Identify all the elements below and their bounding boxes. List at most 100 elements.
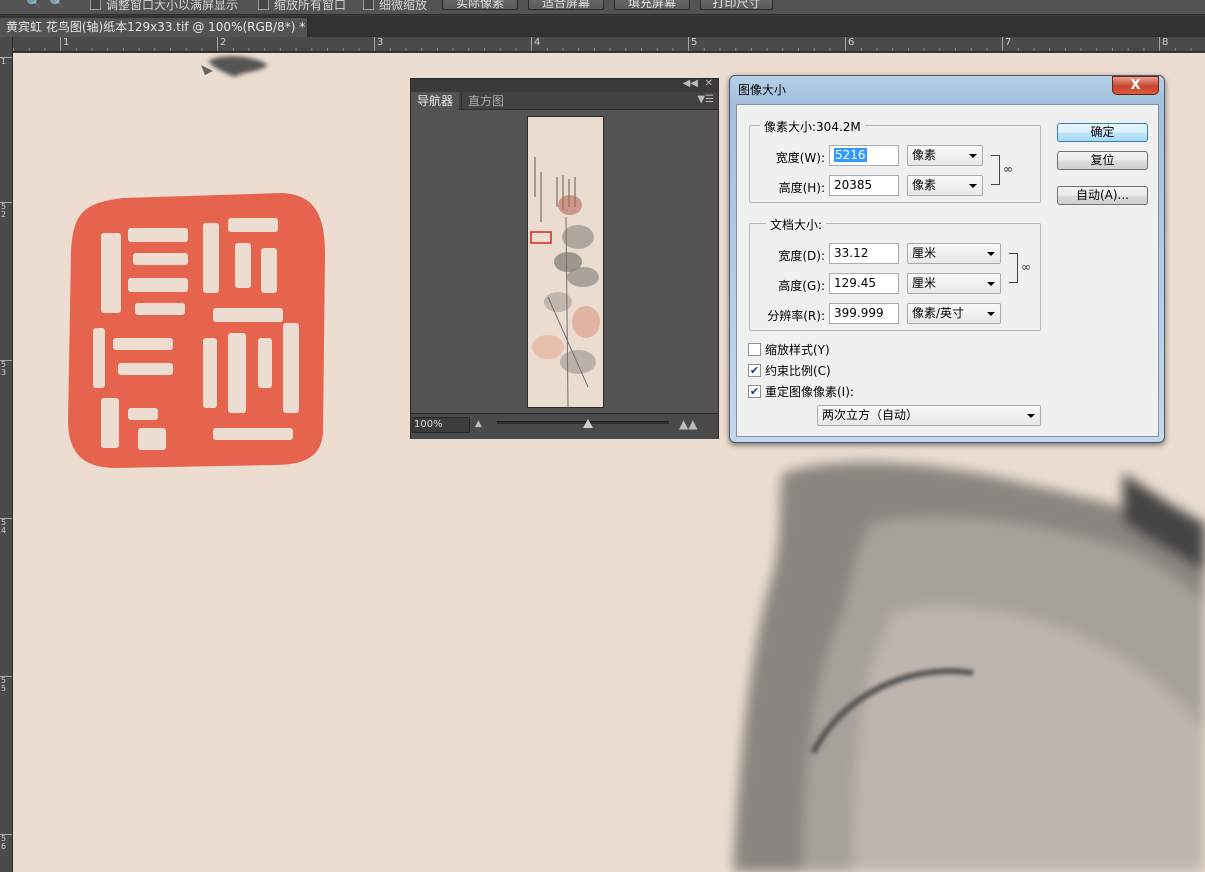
scale-styles-checkbox[interactable]: 缩放样式(Y) <box>748 341 830 358</box>
zoom-all-windows-checkbox[interactable]: 缩放所有窗口 <box>258 0 346 12</box>
collapse-icon[interactable]: ◀◀ <box>683 78 698 89</box>
zoom-percentage-field[interactable]: 100% <box>412 417 470 433</box>
ruler-label: 1 <box>1 57 7 66</box>
image-size-dialog: 图像大小 X 像素大小:304.2M 宽度(W): 5216 像素 高度(H):… <box>729 75 1165 443</box>
vertical-ruler[interactable]: 1 5 2 5 3 5 4 5 5 5 6 <box>0 37 13 872</box>
zoom-out-mountain-icon[interactable]: ▲ <box>475 419 482 429</box>
link-bracket <box>1009 253 1018 283</box>
navigator-preview-area <box>411 111 718 411</box>
zoom-slider-thumb[interactable] <box>583 419 593 428</box>
chevron-down-icon <box>969 184 977 188</box>
zoom-all-windows-label: 缩放所有窗口 <box>274 0 347 12</box>
ruler-label: 5 3 <box>1 360 7 377</box>
ruler-label: 2 <box>220 37 227 48</box>
pixel-height-input[interactable]: 20385 <box>829 175 899 196</box>
resolution-input[interactable]: 399.999 <box>829 303 899 324</box>
resize-windows-label: 调整窗口大小以满屏显示 <box>106 0 239 12</box>
horizontal-ruler[interactable]: 1 2 3 4 5 6 7 8 <box>13 37 1205 52</box>
chevron-down-icon <box>987 252 995 256</box>
document-height-label: 高度(G): <box>778 279 825 293</box>
ruler-label: 5 2 <box>1 202 7 219</box>
tab-navigator[interactable]: 导航器 <box>411 92 460 110</box>
print-size-button[interactable]: 打印尺寸 <box>700 0 773 10</box>
panel-header: ◀◀ ✕ <box>411 78 718 92</box>
checkbox-box <box>258 0 269 10</box>
document-tab[interactable]: 黄宾虹 花鸟图(轴)纸本129x33.tif @ 100%(RGB/8*) * <box>0 18 308 37</box>
pixel-height-label: 高度(H): <box>778 181 825 195</box>
chevron-down-icon <box>969 154 977 158</box>
navigator-footer: 100% ▲ ▲▲ <box>411 413 718 439</box>
chevron-down-icon <box>987 282 995 286</box>
dialog-client-area: 像素大小:304.2M 宽度(W): 5216 像素 高度(H): 20385 … <box>736 104 1159 437</box>
document-tab-bar: 黄宾虹 花鸟图(轴)纸本129x33.tif @ 100%(RGB/8*) * <box>0 16 1205 37</box>
document-width-unit: 厘米 <box>912 246 937 260</box>
scrubby-zoom-checkbox[interactable]: 细微缩放 <box>363 0 427 12</box>
scale-styles-label: 缩放样式(Y) <box>765 343 830 357</box>
close-icon[interactable]: ✕ <box>705 78 713 89</box>
document-width-input[interactable]: 33.12 <box>829 243 899 264</box>
constrain-proportions-label: 约束比例(C) <box>765 364 831 378</box>
document-height-input[interactable]: 129.45 <box>829 273 899 294</box>
pixel-height-unit: 像素 <box>912 178 937 192</box>
tab-histogram[interactable]: 直方图 <box>461 92 510 110</box>
horizontal-ruler-ticks <box>13 37 1192 51</box>
pixel-width-unit-select[interactable]: 像素 <box>907 145 983 166</box>
pixel-width-input[interactable]: 5216 <box>829 145 899 166</box>
ruler-label: 6 <box>848 37 855 48</box>
document-width-label: 宽度(D): <box>778 249 825 263</box>
constrain-proportions-checkbox[interactable]: ✔ 约束比例(C) <box>748 362 831 379</box>
thumbnail-painting <box>528 117 603 407</box>
checkmark-icon: ✔ <box>748 385 761 398</box>
panel-tabs: 导航器 直方图 ▼☰ <box>411 92 718 110</box>
ruler-label: 1 <box>63 37 70 48</box>
panel-menu-icon[interactable]: ▼☰ <box>697 94 714 105</box>
reset-button[interactable]: 复位 <box>1057 151 1148 170</box>
ruler-label: 8 <box>1162 37 1169 48</box>
navigator-panel: ◀◀ ✕ 导航器 直方图 ▼☰ 100% ▲ ▲▲ <box>410 78 719 439</box>
scrubby-zoom-label: 细微缩放 <box>379 0 428 12</box>
checkbox-box <box>90 0 101 10</box>
ruler-label: 5 6 <box>1 834 7 851</box>
resolution-unit-select[interactable]: 像素/英寸 <box>907 303 1001 324</box>
resample-method-select[interactable]: 两次立方（自动） <box>817 405 1041 426</box>
vertical-ruler-ticks <box>0 57 12 835</box>
document-height-unit: 厘米 <box>912 276 937 290</box>
document-height-unit-select[interactable]: 厘米 <box>907 273 1001 294</box>
fill-screen-button[interactable]: 填充屏幕 <box>614 0 690 10</box>
chevron-down-icon <box>1027 414 1035 418</box>
ruler-label: 4 <box>534 37 541 48</box>
ruler-label: 3 <box>377 37 384 48</box>
zoom-out-icon[interactable]: 🔍 <box>49 0 67 13</box>
chevron-down-icon <box>987 312 995 316</box>
resize-windows-checkbox[interactable]: 调整窗口大小以满屏显示 <box>90 0 238 12</box>
pixel-width-unit: 像素 <box>912 148 937 162</box>
chain-link-icon: ∞ <box>1003 162 1013 176</box>
actual-pixels-button[interactable]: 实际像素 <box>442 0 518 10</box>
document-width-unit-select[interactable]: 厘米 <box>907 243 1001 264</box>
ruler-label: 5 5 <box>1 676 7 693</box>
resolution-unit: 像素/英寸 <box>912 306 965 320</box>
resample-method: 两次立方（自动） <box>822 408 919 422</box>
fit-screen-button[interactable]: 适合屏幕 <box>528 0 604 10</box>
pixel-height-unit-select[interactable]: 像素 <box>907 175 983 196</box>
checkbox-box <box>748 343 761 356</box>
resample-image-checkbox[interactable]: ✔ 重定图像像素(I): <box>748 383 854 400</box>
zoom-in-icon[interactable]: 🔍 <box>26 0 44 13</box>
close-button[interactable]: X <box>1112 76 1159 95</box>
resolution-label: 分辨率(R): <box>767 309 825 323</box>
chain-link-icon: ∞ <box>1021 260 1031 274</box>
options-bar: 🔍 🔍 调整窗口大小以满屏显示 缩放所有窗口 细微缩放 实际像素 适合屏幕 填充… <box>0 0 1205 15</box>
pixel-width-value: 5216 <box>834 148 867 162</box>
auto-button[interactable]: 自动(A)... <box>1057 186 1148 205</box>
link-bracket <box>991 155 1000 185</box>
ok-button[interactable]: 确定 <box>1057 123 1148 142</box>
ruler-label: 7 <box>1005 37 1012 48</box>
resample-image-label: 重定图像像素(I): <box>765 385 854 399</box>
zoom-in-mountain-icon[interactable]: ▲▲ <box>679 417 697 431</box>
ruler-label: 5 4 <box>1 518 7 535</box>
dialog-title: 图像大小 <box>738 83 787 97</box>
checkbox-box <box>363 0 374 10</box>
ruler-label: 5 <box>691 37 698 48</box>
pixel-dimensions-legend: 像素大小:304.2M <box>760 118 865 135</box>
navigator-thumbnail[interactable] <box>527 116 604 408</box>
